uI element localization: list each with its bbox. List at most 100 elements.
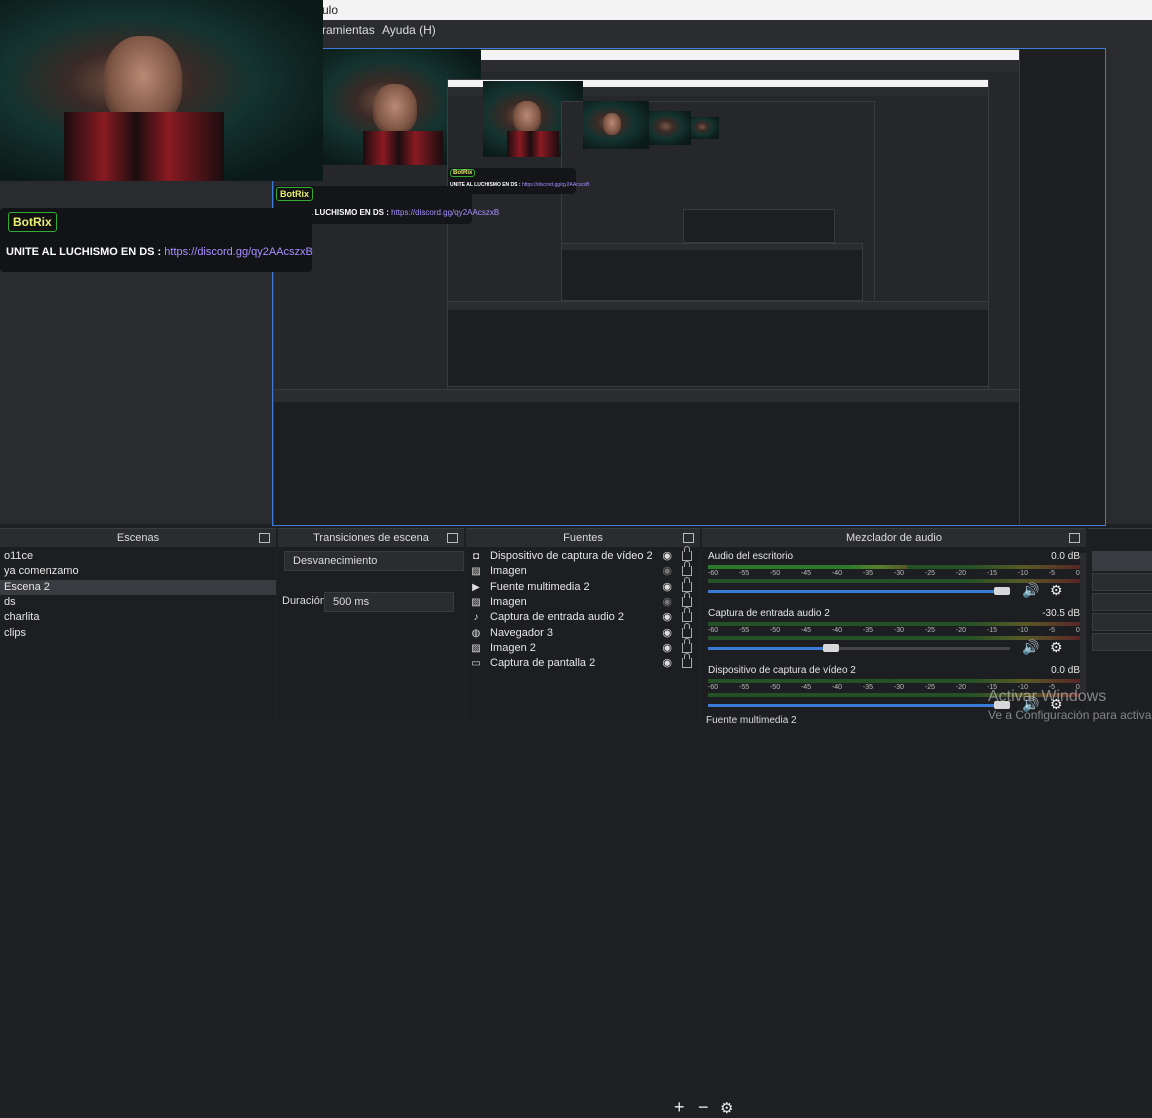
botrix-logo-tiny: BotRix: [450, 169, 476, 177]
volume-fill: [708, 704, 1010, 707]
channel-name: Captura de entrada audio 2: [708, 608, 830, 619]
duration-field[interactable]: 500 ms: [324, 592, 454, 612]
botrix-prefix: UNITE AL LUCHISMO EN DS :: [6, 246, 162, 258]
eye-icon[interactable]: ◉: [662, 549, 672, 564]
menu-help[interactable]: Ayuda (H): [382, 23, 436, 37]
undock-icon[interactable]: [683, 533, 694, 543]
transitions-header: Transiciones de escena: [278, 529, 464, 547]
botrix-prefix-tiny: UNITE AL LUCHISMO EN DS :: [450, 182, 521, 188]
eye-icon[interactable]: ◉: [662, 626, 672, 641]
lock-icon[interactable]: [682, 607, 692, 623]
meter-tick: -40: [831, 684, 843, 691]
image-icon: ▨: [471, 596, 481, 608]
gear-icon[interactable]: ⚙: [1050, 639, 1063, 656]
sources-dock: Fuentes ◘ Dispositivo de captura de vídeo…: [466, 528, 700, 721]
eye-icon[interactable]: ◉: [662, 595, 672, 610]
meter-tick: -5: [1048, 570, 1056, 577]
studio-mode-button[interactable]: [1092, 613, 1152, 631]
mixer-scrollbar[interactable]: [1080, 553, 1086, 693]
add-transition-icon[interactable]: +: [674, 1097, 685, 1118]
mixer-title: Mezclador de audio: [845, 532, 942, 544]
start-recording-button[interactable]: [1092, 573, 1152, 591]
botrix-message-tiny: UNITE AL LUCHISMO EN DS : https://discor…: [450, 182, 590, 188]
scene-item[interactable]: Escena 2: [0, 579, 276, 595]
scene-item[interactable]: ya comenzamo: [0, 564, 276, 579]
recursive-docks-2: [561, 243, 863, 301]
eye-icon[interactable]: ◉: [662, 610, 672, 625]
meter-tick: -50: [769, 627, 781, 634]
volume-slider[interactable]: [822, 644, 839, 652]
meter-tick: -5: [1048, 627, 1056, 634]
source-label: Imagen: [490, 595, 527, 608]
menu-tools[interactable]: ramientas: [322, 23, 375, 37]
undock-icon[interactable]: [259, 533, 270, 543]
channel-db: -30.5 dB: [1042, 608, 1080, 619]
lock-icon[interactable]: [682, 622, 692, 638]
source-label: Captura de entrada audio 2: [490, 611, 624, 624]
meter-tick: -20: [955, 627, 966, 634]
meter-tick: -10: [1017, 570, 1028, 577]
start-streaming-button[interactable]: [1092, 551, 1152, 571]
source-label: Imagen: [490, 565, 527, 578]
scene-item[interactable]: clips: [0, 626, 276, 641]
scene-item[interactable]: o11ce: [0, 549, 276, 564]
lock-icon[interactable]: [682, 576, 692, 592]
volume-fill: [708, 590, 1010, 593]
source-item[interactable]: ▨ Imagen ◉: [468, 591, 698, 610]
meter-tick: -30: [893, 570, 905, 577]
source-label: Dispositivo de captura de vídeo 2: [490, 550, 653, 562]
preview-canvas[interactable]: [272, 48, 1106, 526]
volume-slider[interactable]: [994, 587, 1010, 595]
meter-tick: -40: [831, 570, 843, 577]
eye-icon[interactable]: ◉: [662, 564, 672, 579]
meter-tick: -35: [862, 684, 874, 691]
meter-tick: -35: [862, 570, 874, 577]
transition-select[interactable]: Desvanecimiento: [284, 551, 464, 571]
eye-icon[interactable]: ◉: [662, 656, 672, 671]
source-item[interactable]: ▶ Fuente multimedia 2 ◉: [468, 576, 698, 595]
meter-tick: -60: [708, 684, 719, 691]
meter-tick: -25: [924, 627, 936, 634]
image-icon: ▨: [471, 642, 481, 654]
lock-icon[interactable]: [682, 591, 692, 607]
meter-tick: -20: [955, 684, 966, 691]
source-item[interactable]: ◘ Dispositivo de captura de vídeo 2 ◉: [468, 546, 698, 564]
botrix-link: https://discord.gg/qy2AAcszxB: [164, 246, 313, 258]
recursive-webcam-4: [649, 111, 691, 145]
source-item[interactable]: ▭ Captura de pantalla 2 ◉: [468, 653, 698, 671]
speaker-icon[interactable]: 🔊: [1022, 639, 1039, 656]
lock-icon[interactable]: [682, 637, 692, 653]
meter-tick: -55: [738, 684, 750, 691]
botrix-logo-small: BotRix: [276, 187, 313, 201]
scene-item[interactable]: charlita: [0, 610, 276, 625]
meter-tick: -60: [708, 570, 719, 577]
microphone-icon: ♪: [473, 612, 479, 624]
undock-icon[interactable]: [1069, 533, 1080, 543]
gear-icon[interactable]: ⚙: [1050, 582, 1063, 599]
lock-icon[interactable]: [682, 561, 692, 577]
meter-tick: -40: [831, 627, 843, 634]
virtual-camera-button[interactable]: [1092, 593, 1152, 611]
source-item[interactable]: ◍ Navegador 3 ◉: [468, 622, 698, 641]
meter-tick: -35: [862, 627, 874, 634]
source-item[interactable]: ▨ Imagen ◉: [468, 561, 698, 579]
lock-icon[interactable]: [682, 546, 692, 561]
undock-icon[interactable]: [447, 533, 458, 543]
lock-icon[interactable]: [682, 653, 692, 669]
meter-tick: -45: [800, 684, 812, 691]
eye-icon[interactable]: ◉: [662, 641, 672, 656]
source-item[interactable]: ▨ Imagen 2 ◉: [468, 637, 698, 656]
channel-db: 0.0 dB: [1051, 665, 1080, 676]
mixer-channel: Audio del escritorio 0.0 dB -60 -55 -50 -45 -4…: [708, 551, 1080, 607]
eye-icon[interactable]: ◉: [662, 580, 672, 595]
botrix-message: UNITE AL LUCHISMO EN DS : https://discor…: [6, 246, 313, 258]
speaker-icon[interactable]: 🔊: [1022, 582, 1039, 599]
scene-item[interactable]: ds: [0, 595, 276, 610]
remove-transition-icon[interactable]: −: [698, 1097, 709, 1118]
meter-tick: -15: [986, 570, 997, 577]
source-item[interactable]: ♪ Captura de entrada audio 2 ◉: [468, 607, 698, 625]
window-title: ulo: [322, 3, 339, 17]
settings-button[interactable]: [1092, 633, 1152, 651]
meter-tick: -45: [800, 627, 812, 634]
gear-icon[interactable]: ⚙: [720, 1099, 733, 1117]
